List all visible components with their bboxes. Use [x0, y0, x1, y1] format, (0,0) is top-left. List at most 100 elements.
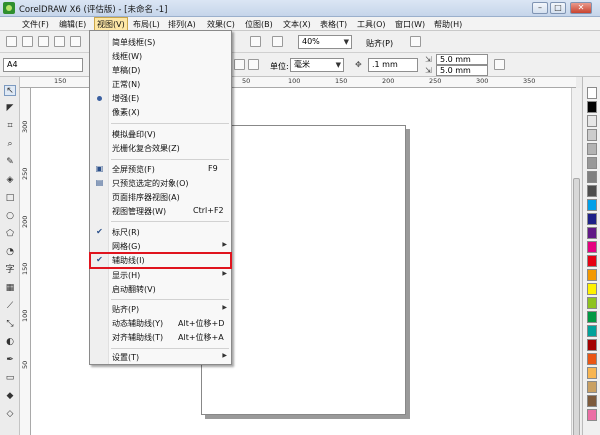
color-swatch[interactable] — [587, 213, 597, 225]
eyedropper-tool-icon[interactable]: ✒ — [4, 355, 16, 366]
dimension-tool-icon[interactable]: ⟋ — [4, 301, 16, 312]
menu-item-simple-wireframe[interactable]: 简单线框(S) — [90, 35, 231, 49]
color-swatch[interactable] — [587, 395, 597, 407]
color-swatch[interactable] — [587, 311, 597, 323]
close-button[interactable]: ✕ — [570, 2, 592, 14]
duplicate-distance-x-value: 5.0 mm — [440, 55, 471, 64]
menu-item-draft[interactable]: 草稿(D) — [90, 63, 231, 77]
color-swatch[interactable] — [587, 143, 597, 155]
menu-file[interactable]: 文件(F) — [22, 19, 49, 30]
color-swatch[interactable] — [587, 381, 597, 393]
color-swatch[interactable] — [587, 283, 597, 295]
menu-help[interactable]: 帮助(H) — [434, 19, 462, 30]
polygon-tool-icon[interactable]: ⬠ — [4, 229, 16, 240]
options-icon[interactable] — [410, 36, 421, 47]
menu-item-show[interactable]: 显示(H) ▶ — [90, 268, 231, 282]
save-icon[interactable] — [38, 36, 49, 47]
new-document-icon[interactable] — [6, 36, 17, 47]
outline-tool-icon[interactable]: ▭ — [4, 373, 16, 384]
color-swatch[interactable] — [587, 157, 597, 169]
pick-tool-icon[interactable]: ↖ — [4, 85, 16, 96]
smart-fill-icon[interactable]: ◈ — [4, 175, 16, 186]
color-swatch[interactable] — [587, 199, 597, 211]
menu-item-simulate-overprints[interactable]: 模拟叠印(V) — [90, 127, 231, 141]
maximize-button[interactable]: □ — [550, 2, 566, 14]
color-swatch[interactable] — [587, 115, 597, 127]
menu-effects[interactable]: 效果(C) — [207, 19, 235, 30]
menu-layout[interactable]: 布局(L) — [133, 19, 160, 30]
menu-window[interactable]: 窗口(W) — [395, 19, 425, 30]
color-swatch[interactable] — [587, 241, 597, 253]
vertical-scrollbar[interactable] — [571, 88, 581, 435]
page-options-icon[interactable] — [494, 59, 505, 70]
menu-item-rasterize-complex-effects[interactable]: 光栅化复合效果(Z) — [90, 141, 231, 155]
table-tool-icon[interactable]: ▦ — [4, 283, 16, 294]
menu-item-rulers[interactable]: ✔ 标尺(R) — [90, 225, 231, 239]
color-swatch[interactable] — [587, 171, 597, 183]
basic-shapes-icon[interactable]: ◔ — [4, 247, 16, 258]
zoom-level-select[interactable]: 40% ▼ — [298, 35, 352, 49]
color-swatch[interactable] — [587, 129, 597, 141]
menu-item-view-manager[interactable]: 视图管理器(W) Ctrl+F2 — [90, 204, 231, 218]
menu-text[interactable]: 文本(X) — [283, 19, 311, 30]
menu-item-pixels[interactable]: 像素(X) — [90, 105, 231, 119]
shape-tool-icon[interactable]: ◤ — [4, 103, 16, 114]
minimize-button[interactable]: – — [532, 2, 548, 14]
paper-size-select[interactable]: A4 — [3, 58, 83, 72]
interactive-fill-icon[interactable]: ◇ — [4, 409, 16, 420]
ellipse-tool-icon[interactable]: ○ — [4, 211, 16, 222]
duplicate-distance-x-input[interactable]: 5.0 mm — [436, 54, 488, 65]
nudge-distance-input[interactable]: .1 mm — [368, 58, 418, 72]
landscape-icon[interactable] — [248, 59, 259, 70]
menu-item-grid[interactable]: 网格(G) ▶ — [90, 239, 231, 253]
color-swatch[interactable] — [587, 297, 597, 309]
color-swatch[interactable] — [587, 353, 597, 365]
color-swatch[interactable] — [587, 227, 597, 239]
menu-tools[interactable]: 工具(O) — [357, 19, 386, 30]
vertical-ruler[interactable]: 300 250 200 150 100 50 — [20, 88, 31, 435]
application-launcher-icon[interactable] — [250, 36, 261, 47]
menu-item-preview-selected-only[interactable]: ▤ 只预览选定的对象(O) — [90, 176, 231, 190]
menu-item-snap-to[interactable]: 贴齐(P) ▶ — [90, 302, 231, 316]
menu-arrange[interactable]: 排列(A) — [168, 19, 196, 30]
zoom-tool-icon[interactable]: ⌕ — [4, 139, 16, 150]
menu-item-setup[interactable]: 设置(T) ▶ — [90, 350, 231, 364]
menu-item-dynamic-guides[interactable]: 动态辅助线(Y) Alt+位移+D — [90, 316, 231, 330]
scrollbar-thumb[interactable] — [573, 178, 580, 435]
color-swatch[interactable] — [587, 87, 597, 99]
units-select[interactable]: 毫米 ▼ — [290, 58, 344, 72]
color-swatch[interactable] — [587, 101, 597, 113]
color-swatch[interactable] — [587, 269, 597, 281]
duplicate-distance-y-input[interactable]: 5.0 mm — [436, 65, 488, 76]
color-swatch[interactable] — [587, 255, 597, 267]
color-swatch[interactable] — [587, 325, 597, 337]
rectangle-tool-icon[interactable]: □ — [4, 193, 16, 204]
menu-item-full-screen-preview[interactable]: ▣ 全屏预览(F) F9 — [90, 162, 231, 176]
menu-item-wireframe[interactable]: 线框(W) — [90, 49, 231, 63]
cut-icon[interactable] — [70, 36, 81, 47]
text-tool-icon[interactable]: 字 — [4, 265, 16, 276]
menu-item-guidelines[interactable]: ✔ 辅助线(I) — [89, 252, 232, 269]
freehand-tool-icon[interactable]: ✎ — [4, 157, 16, 168]
menu-item-normal[interactable]: 正常(N) — [90, 77, 231, 91]
menu-bitmaps[interactable]: 位图(B) — [245, 19, 273, 30]
menu-item-page-sorter-view[interactable]: 页面排序器视图(A) — [90, 190, 231, 204]
menu-item-enable-rollover[interactable]: 启动翻转(V) — [90, 282, 231, 296]
portrait-icon[interactable] — [234, 59, 245, 70]
blend-tool-icon[interactable]: ◐ — [4, 337, 16, 348]
open-icon[interactable] — [22, 36, 33, 47]
welcome-screen-icon[interactable] — [272, 36, 283, 47]
menu-item-enhanced[interactable]: 增强(E) — [90, 91, 231, 105]
color-swatch[interactable] — [587, 185, 597, 197]
snap-to-menu[interactable]: 贴齐(P) — [366, 38, 393, 49]
fill-tool-icon[interactable]: ◆ — [4, 391, 16, 402]
color-swatch[interactable] — [587, 409, 597, 421]
menu-item-alignment-guides[interactable]: 对齐辅助线(T) Alt+位移+A — [90, 330, 231, 344]
color-swatch[interactable] — [587, 367, 597, 379]
menu-table[interactable]: 表格(T) — [320, 19, 347, 30]
menu-edit[interactable]: 编辑(E) — [59, 19, 86, 30]
color-swatch[interactable] — [587, 339, 597, 351]
crop-tool-icon[interactable]: ⌗ — [4, 121, 16, 132]
print-icon[interactable] — [54, 36, 65, 47]
connector-tool-icon[interactable]: ⤡ — [4, 319, 16, 330]
